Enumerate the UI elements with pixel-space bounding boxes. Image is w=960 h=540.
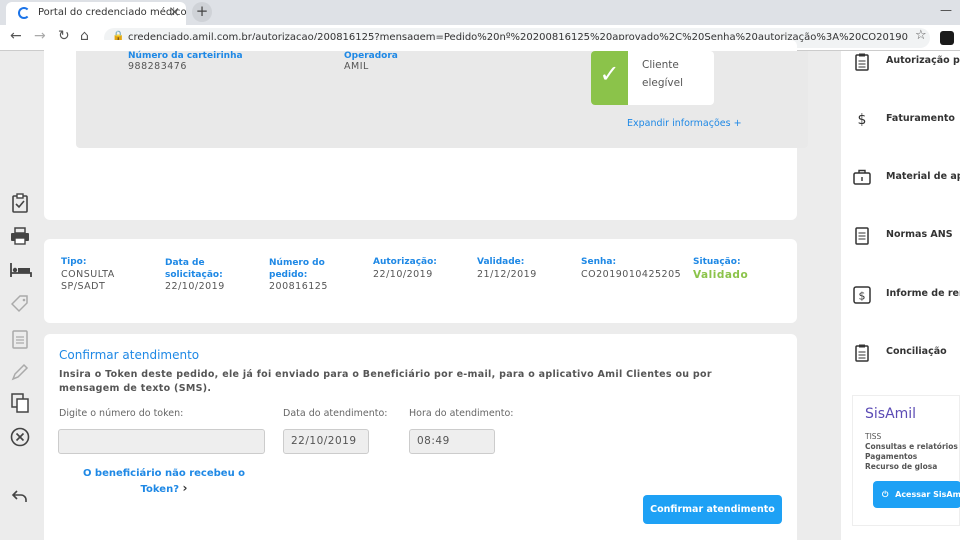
validity-field: Validade: 21/12/2019	[477, 257, 537, 281]
password-value: CO2019010425205	[581, 269, 682, 280]
password-label: Senha:	[581, 257, 617, 267]
copy-icon[interactable]	[10, 393, 30, 413]
bed-icon[interactable]	[10, 261, 32, 281]
request-date-label: Data de solicitação:	[165, 258, 223, 280]
dollar-icon: $	[857, 112, 867, 128]
nav-item-conciliacao[interactable]: Conciliação	[853, 342, 960, 366]
document-icon	[853, 227, 871, 245]
authorization-label: Autorização:	[373, 257, 437, 267]
time-input[interactable]: 08:49	[409, 429, 495, 454]
sisamil-title: SisAmil	[865, 406, 917, 422]
briefcase-icon	[853, 169, 871, 187]
confirm-attendance-button[interactable]: Confirmar atendimento	[643, 495, 782, 524]
authorization-field: Autorização: 22/10/2019	[373, 257, 437, 281]
nav-item-material[interactable]: Material de ap	[853, 167, 960, 191]
nav-item-normas[interactable]: Normas ANS	[853, 225, 960, 249]
eligibility-line1: Cliente	[642, 59, 679, 71]
sisamil-line: Pagamentos	[865, 452, 918, 461]
token-label: Digite o número do token:	[59, 408, 184, 419]
eligibility-line2: elegível	[642, 77, 684, 89]
sisamil-line: TISS	[865, 432, 882, 441]
order-number-label: Número do pedido:	[269, 258, 325, 280]
status-field: Situação: Validado	[693, 257, 748, 281]
order-info-card: Tipo: CONSULTA SP/SADT Data de solicitaç…	[44, 239, 797, 323]
order-number-value: 200816125	[269, 281, 328, 292]
sisamil-line: Consultas e relatórios	[865, 442, 958, 451]
document-icon[interactable]	[10, 329, 30, 349]
request-date-value: 22/10/2019	[165, 281, 225, 292]
status-value: Validado	[693, 269, 749, 281]
dollar-box-icon: $	[853, 286, 871, 304]
nav-item-label: Conciliação	[886, 346, 947, 357]
sisamil-description: TISS Consultas e relatórios Pagamentos R…	[865, 432, 958, 472]
sisamil-box: SisAmil TISS Consultas e relatórios Paga…	[852, 395, 960, 526]
check-icon: ✓	[591, 51, 628, 105]
new-tab-button[interactable]: +	[192, 2, 212, 22]
nav-item-label: Faturamento	[886, 113, 955, 124]
operator-label: Operadora	[344, 51, 398, 61]
favicon-icon	[18, 7, 30, 19]
date-input[interactable]: 22/10/2019	[283, 429, 369, 454]
nav-item-label: Material de ap	[886, 171, 960, 182]
bookmark-star-icon[interactable]: ☆	[915, 28, 927, 43]
window-minimize-icon[interactable]: —	[940, 3, 952, 17]
password-field: Senha: CO2019010425205	[581, 257, 681, 281]
beneficiary-panel: Número da carteirinha 988283476 Operador…	[76, 51, 808, 148]
pencil-icon[interactable]	[10, 363, 30, 383]
nav-item-informe[interactable]: $ Informe de ren	[853, 284, 960, 308]
clipboard-check-icon[interactable]	[10, 193, 30, 213]
confirm-instruction: Insira o Token deste pedido, ele já foi …	[59, 369, 712, 394]
type-field: Tipo: CONSULTA SP/SADT	[61, 257, 121, 293]
confirm-attendance-card: Confirmar atendimento Insira o Token des…	[44, 334, 797, 540]
undo-icon[interactable]	[10, 488, 30, 508]
authorization-value: 22/10/2019	[373, 269, 433, 280]
validity-value: 21/12/2019	[477, 269, 537, 280]
card-number-value: 988283476	[128, 61, 187, 72]
printer-icon[interactable]	[10, 227, 30, 247]
operator-value: AMIL	[344, 61, 369, 72]
power-icon: ⏻	[882, 490, 889, 499]
back-arrow-icon[interactable]: ←	[10, 28, 22, 44]
sisamil-line: Recurso de glosa	[865, 462, 938, 471]
date-label: Data do atendimento:	[283, 408, 388, 419]
tag-icon[interactable]	[10, 295, 30, 315]
type-value: CONSULTA SP/SADT	[61, 269, 115, 292]
status-label: Situação:	[693, 257, 741, 267]
close-circle-icon[interactable]	[10, 427, 30, 447]
type-label: Tipo:	[61, 257, 87, 267]
left-toolbar	[0, 188, 40, 518]
request-date-field: Data de solicitação: 22/10/2019	[165, 257, 235, 293]
clipboard-icon	[853, 53, 871, 71]
nav-item-label: Autorização pr	[886, 55, 960, 66]
forward-arrow-icon[interactable]: →	[34, 28, 46, 44]
no-token-link-text[interactable]: O beneficiário não recebeu o Token?	[83, 468, 245, 495]
tab-close-icon[interactable]: ×	[169, 5, 180, 20]
confirm-title: Confirmar atendimento	[59, 348, 200, 362]
token-input[interactable]	[58, 429, 265, 454]
time-label: Hora do atendimento:	[409, 408, 514, 419]
nav-item-autorizacao[interactable]: Autorização pr	[853, 51, 960, 75]
svg-text:$: $	[859, 290, 866, 303]
chevron-right-icon: ›	[182, 481, 188, 495]
beneficiary-card: Número da carteirinha 988283476 Operador…	[44, 40, 808, 220]
expand-info-link[interactable]: Expandir informações +	[627, 118, 742, 129]
nav-item-faturamento[interactable]: $ Faturamento	[853, 109, 960, 133]
sisamil-access-button[interactable]: ⏻ Acessar SisAmi	[873, 481, 960, 508]
order-number-field: Número do pedido: 200816125	[269, 257, 331, 293]
tab-title: Portal do credenciado médico	[38, 7, 187, 18]
browser-tab[interactable]: Portal do credenciado médico ×	[6, 2, 187, 25]
eligibility-badge: ✓ Cliente elegível	[591, 51, 714, 105]
card-number-label: Número da carteirinha	[128, 51, 243, 61]
no-token-link[interactable]: O beneficiário não recebeu o Token? ›	[74, 466, 254, 497]
right-navigation: Autorização pr $ Faturamento Material de…	[841, 51, 960, 540]
validity-label: Validade:	[477, 257, 525, 267]
browser-tab-bar: Portal do credenciado médico × + —	[0, 0, 960, 25]
clipboard-icon	[853, 344, 871, 362]
extension-icon[interactable]	[940, 31, 954, 45]
sisamil-access-label: Acessar SisAmi	[895, 490, 960, 499]
nav-item-label: Normas ANS	[886, 229, 953, 240]
nav-item-label: Informe de ren	[886, 288, 960, 299]
